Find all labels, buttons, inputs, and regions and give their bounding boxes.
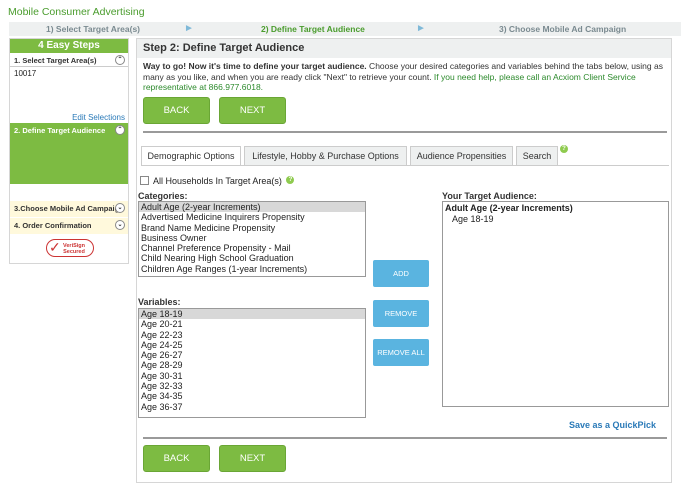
- expand-icon[interactable]: ⌄: [115, 203, 125, 213]
- list-item[interactable]: Brand Name Medicine Propensity: [139, 223, 365, 233]
- list-item[interactable]: Adult Age (2-year Increments): [139, 202, 365, 213]
- progress-arrow-icon: ►: [184, 23, 194, 34]
- sidebar-heading: 4 Easy Steps: [10, 39, 128, 53]
- save-quickpick-link[interactable]: Save as a QuickPick: [569, 420, 656, 430]
- help-icon[interactable]: ?: [286, 176, 295, 184]
- progress-bar: 1) Select Target Area(s) ► 2) Define Tar…: [9, 22, 681, 36]
- remove-button[interactable]: REMOVE: [373, 300, 429, 327]
- categories-listbox[interactable]: Adult Age (2-year Increments) Advertised…: [138, 201, 366, 277]
- progress-step-2: 2) Define Target Audience: [261, 24, 365, 34]
- sidebar-item-choose-campaign[interactable]: 3.Choose Mobile Ad Campaign ⌄: [10, 201, 128, 217]
- list-item[interactable]: Age 22-23: [139, 330, 365, 340]
- collapse-icon[interactable]: ⌃: [115, 55, 125, 65]
- back-button[interactable]: BACK: [143, 445, 210, 472]
- list-item[interactable]: Children Age Ranges (1-year Increments): [139, 264, 365, 274]
- page-title: Step 2: Define Target Audience: [137, 39, 671, 58]
- variables-listbox[interactable]: Age 18-19 Age 20-21 Age 22-23 Age 24-25 …: [138, 308, 366, 418]
- variables-label: Variables:: [138, 297, 181, 307]
- expand-icon[interactable]: ⌄: [115, 220, 125, 230]
- tab-search[interactable]: Search: [516, 146, 558, 166]
- add-button[interactable]: ADD: [373, 260, 429, 287]
- steps-sidebar: 4 Easy Steps 1. Select Target Area(s) ⌃ …: [9, 38, 129, 264]
- next-button[interactable]: NEXT: [219, 97, 286, 124]
- list-item[interactable]: Age 24-25: [139, 340, 365, 350]
- tab-lifestyle-options[interactable]: Lifestyle, Hobby & Purchase Options: [244, 146, 407, 166]
- collapse-icon[interactable]: ⌃: [115, 125, 125, 135]
- selected-area-value: 10017: [14, 69, 37, 78]
- list-item[interactable]: Business Owner: [139, 233, 365, 243]
- list-item[interactable]: Age 26-27: [139, 350, 365, 360]
- back-button[interactable]: BACK: [143, 97, 210, 124]
- list-item[interactable]: Age 18-19: [139, 309, 365, 320]
- all-households-row[interactable]: All Households In Target Area(s) ?: [140, 176, 295, 187]
- sidebar-item-select-target[interactable]: 1. Select Target Area(s) ⌃: [10, 53, 128, 66]
- list-item[interactable]: Age 30-31: [139, 371, 365, 381]
- tab-demographic-options[interactable]: Demographic Options: [141, 146, 241, 166]
- target-audience-group: Adult Age (2-year Increments): [445, 203, 573, 213]
- target-audience-list[interactable]: Adult Age (2-year Increments) Age 18-19: [442, 201, 669, 407]
- checkmark-icon: ✓: [49, 239, 61, 255]
- intro-text: Way to go! Now it's time to define your …: [143, 61, 663, 92]
- list-item[interactable]: Age 36-37: [139, 402, 365, 412]
- sidebar-active-panel: [10, 139, 128, 184]
- divider: [143, 437, 667, 439]
- sidebar-item-label: 4. Order Confirmation: [14, 221, 92, 230]
- sidebar-item-label: 2. Define Target Audience: [14, 126, 106, 135]
- list-item[interactable]: Age 34-35: [139, 391, 365, 401]
- list-item[interactable]: Age 20-21: [139, 319, 365, 329]
- app-title: Mobile Consumer Advertising: [8, 6, 145, 18]
- progress-step-3: 3) Choose Mobile Ad Campaign: [499, 24, 627, 34]
- edit-selections-link[interactable]: Edit Selections: [10, 113, 128, 123]
- list-item[interactable]: Age 28-29: [139, 360, 365, 370]
- list-item[interactable]: Channel Preference Propensity - Mail: [139, 243, 365, 253]
- tab-audience-propensities[interactable]: Audience Propensities: [410, 146, 513, 166]
- all-households-checkbox[interactable]: [140, 176, 149, 185]
- remove-all-button[interactable]: REMOVE ALL: [373, 339, 429, 366]
- sidebar-item-label: 3.Choose Mobile Ad Campaign: [14, 204, 124, 213]
- list-item[interactable]: Age 18-19: [443, 214, 668, 224]
- main-panel: Step 2: Define Target Audience Way to go…: [136, 38, 672, 483]
- all-households-label: All Households In Target Area(s): [153, 176, 282, 186]
- help-icon[interactable]: ?: [560, 145, 568, 153]
- sidebar-item-order-confirmation[interactable]: 4. Order Confirmation ⌄: [10, 218, 128, 234]
- progress-step-1: 1) Select Target Area(s): [46, 24, 141, 34]
- progress-arrow-icon: ►: [416, 23, 426, 34]
- list-item[interactable]: Child Nearing High School Graduation: [139, 253, 365, 263]
- next-button[interactable]: NEXT: [219, 445, 286, 472]
- target-audience-label: Your Target Audience:: [442, 191, 537, 201]
- categories-label: Categories:: [138, 191, 188, 201]
- sidebar-item-define-audience[interactable]: 2. Define Target Audience ⌃: [10, 123, 128, 139]
- list-item[interactable]: Age 32-33: [139, 381, 365, 391]
- list-item[interactable]: Advertised Medicine Inquirers Propensity: [139, 212, 365, 222]
- sidebar-item-label: 1. Select Target Area(s): [14, 56, 97, 65]
- divider: [143, 131, 667, 133]
- verisign-seal-logo: ✓ VeriSign Secured: [46, 239, 94, 257]
